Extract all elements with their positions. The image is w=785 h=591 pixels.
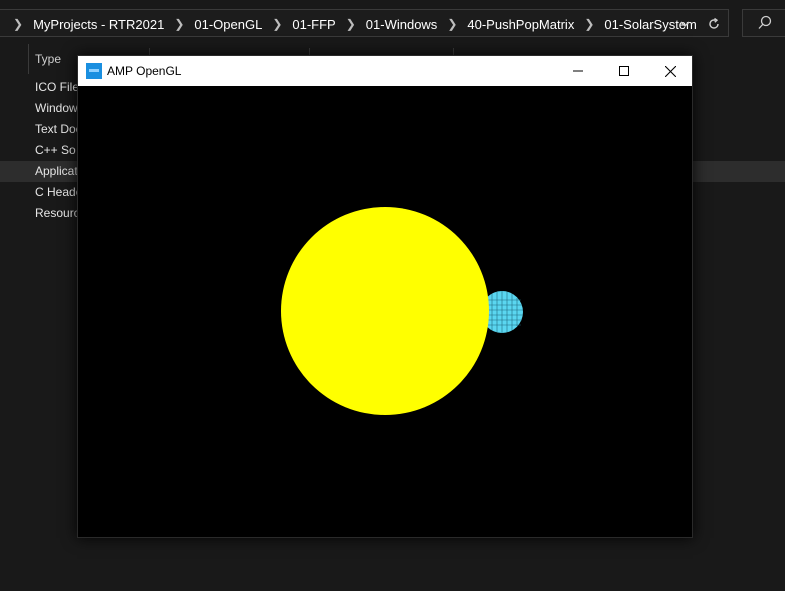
file-type: Text Doc	[35, 122, 82, 136]
opengl-window[interactable]: AMP OpenGL	[77, 55, 693, 538]
chevron-right-icon[interactable]: ❯	[346, 17, 356, 31]
chevron-down-icon[interactable]	[673, 10, 697, 38]
close-button[interactable]	[647, 56, 693, 86]
minimize-button[interactable]	[555, 56, 601, 86]
file-type: Window	[35, 101, 78, 115]
solar-system-render	[281, 207, 523, 415]
minimize-icon	[573, 70, 583, 72]
address-bar-area: ❯ MyProjects - RTR2021 ❯ 01-OpenGL ❯ 01-…	[0, 0, 785, 48]
app-icon	[86, 63, 102, 79]
sun	[281, 207, 489, 415]
refresh-icon[interactable]	[701, 10, 727, 38]
chevron-right-icon[interactable]: ❯	[584, 17, 594, 31]
file-type: C Heade	[35, 185, 83, 199]
breadcrumb-item[interactable]: 01-FFP	[292, 17, 335, 32]
chevron-right-icon[interactable]: ❯	[174, 17, 184, 31]
window-title: AMP OpenGL	[107, 64, 182, 78]
address-bar[interactable]: ❯ MyProjects - RTR2021 ❯ 01-OpenGL ❯ 01-…	[0, 9, 729, 37]
maximize-button[interactable]	[601, 56, 647, 86]
chevron-right-icon[interactable]: ❯	[13, 17, 23, 31]
search-icon[interactable]	[756, 14, 774, 32]
breadcrumb-item[interactable]: 40-PushPopMatrix	[467, 17, 574, 32]
opengl-viewport[interactable]	[78, 86, 692, 537]
chevron-right-icon[interactable]: ❯	[447, 17, 457, 31]
title-bar[interactable]: AMP OpenGL	[78, 56, 692, 86]
column-type[interactable]: Type	[35, 52, 61, 66]
maximize-icon	[619, 66, 629, 76]
breadcrumb-item[interactable]: 01-Windows	[366, 17, 438, 32]
breadcrumb-item[interactable]: MyProjects - RTR2021	[33, 17, 164, 32]
file-type: ICO File	[35, 80, 80, 94]
close-icon	[664, 65, 676, 77]
breadcrumb: ❯ MyProjects - RTR2021 ❯ 01-OpenGL ❯ 01-…	[3, 10, 697, 38]
breadcrumb-item[interactable]: 01-OpenGL	[194, 17, 262, 32]
file-type: Applicat	[35, 164, 78, 178]
file-type: C++ So	[35, 143, 76, 157]
chevron-right-icon[interactable]: ❯	[272, 17, 282, 31]
